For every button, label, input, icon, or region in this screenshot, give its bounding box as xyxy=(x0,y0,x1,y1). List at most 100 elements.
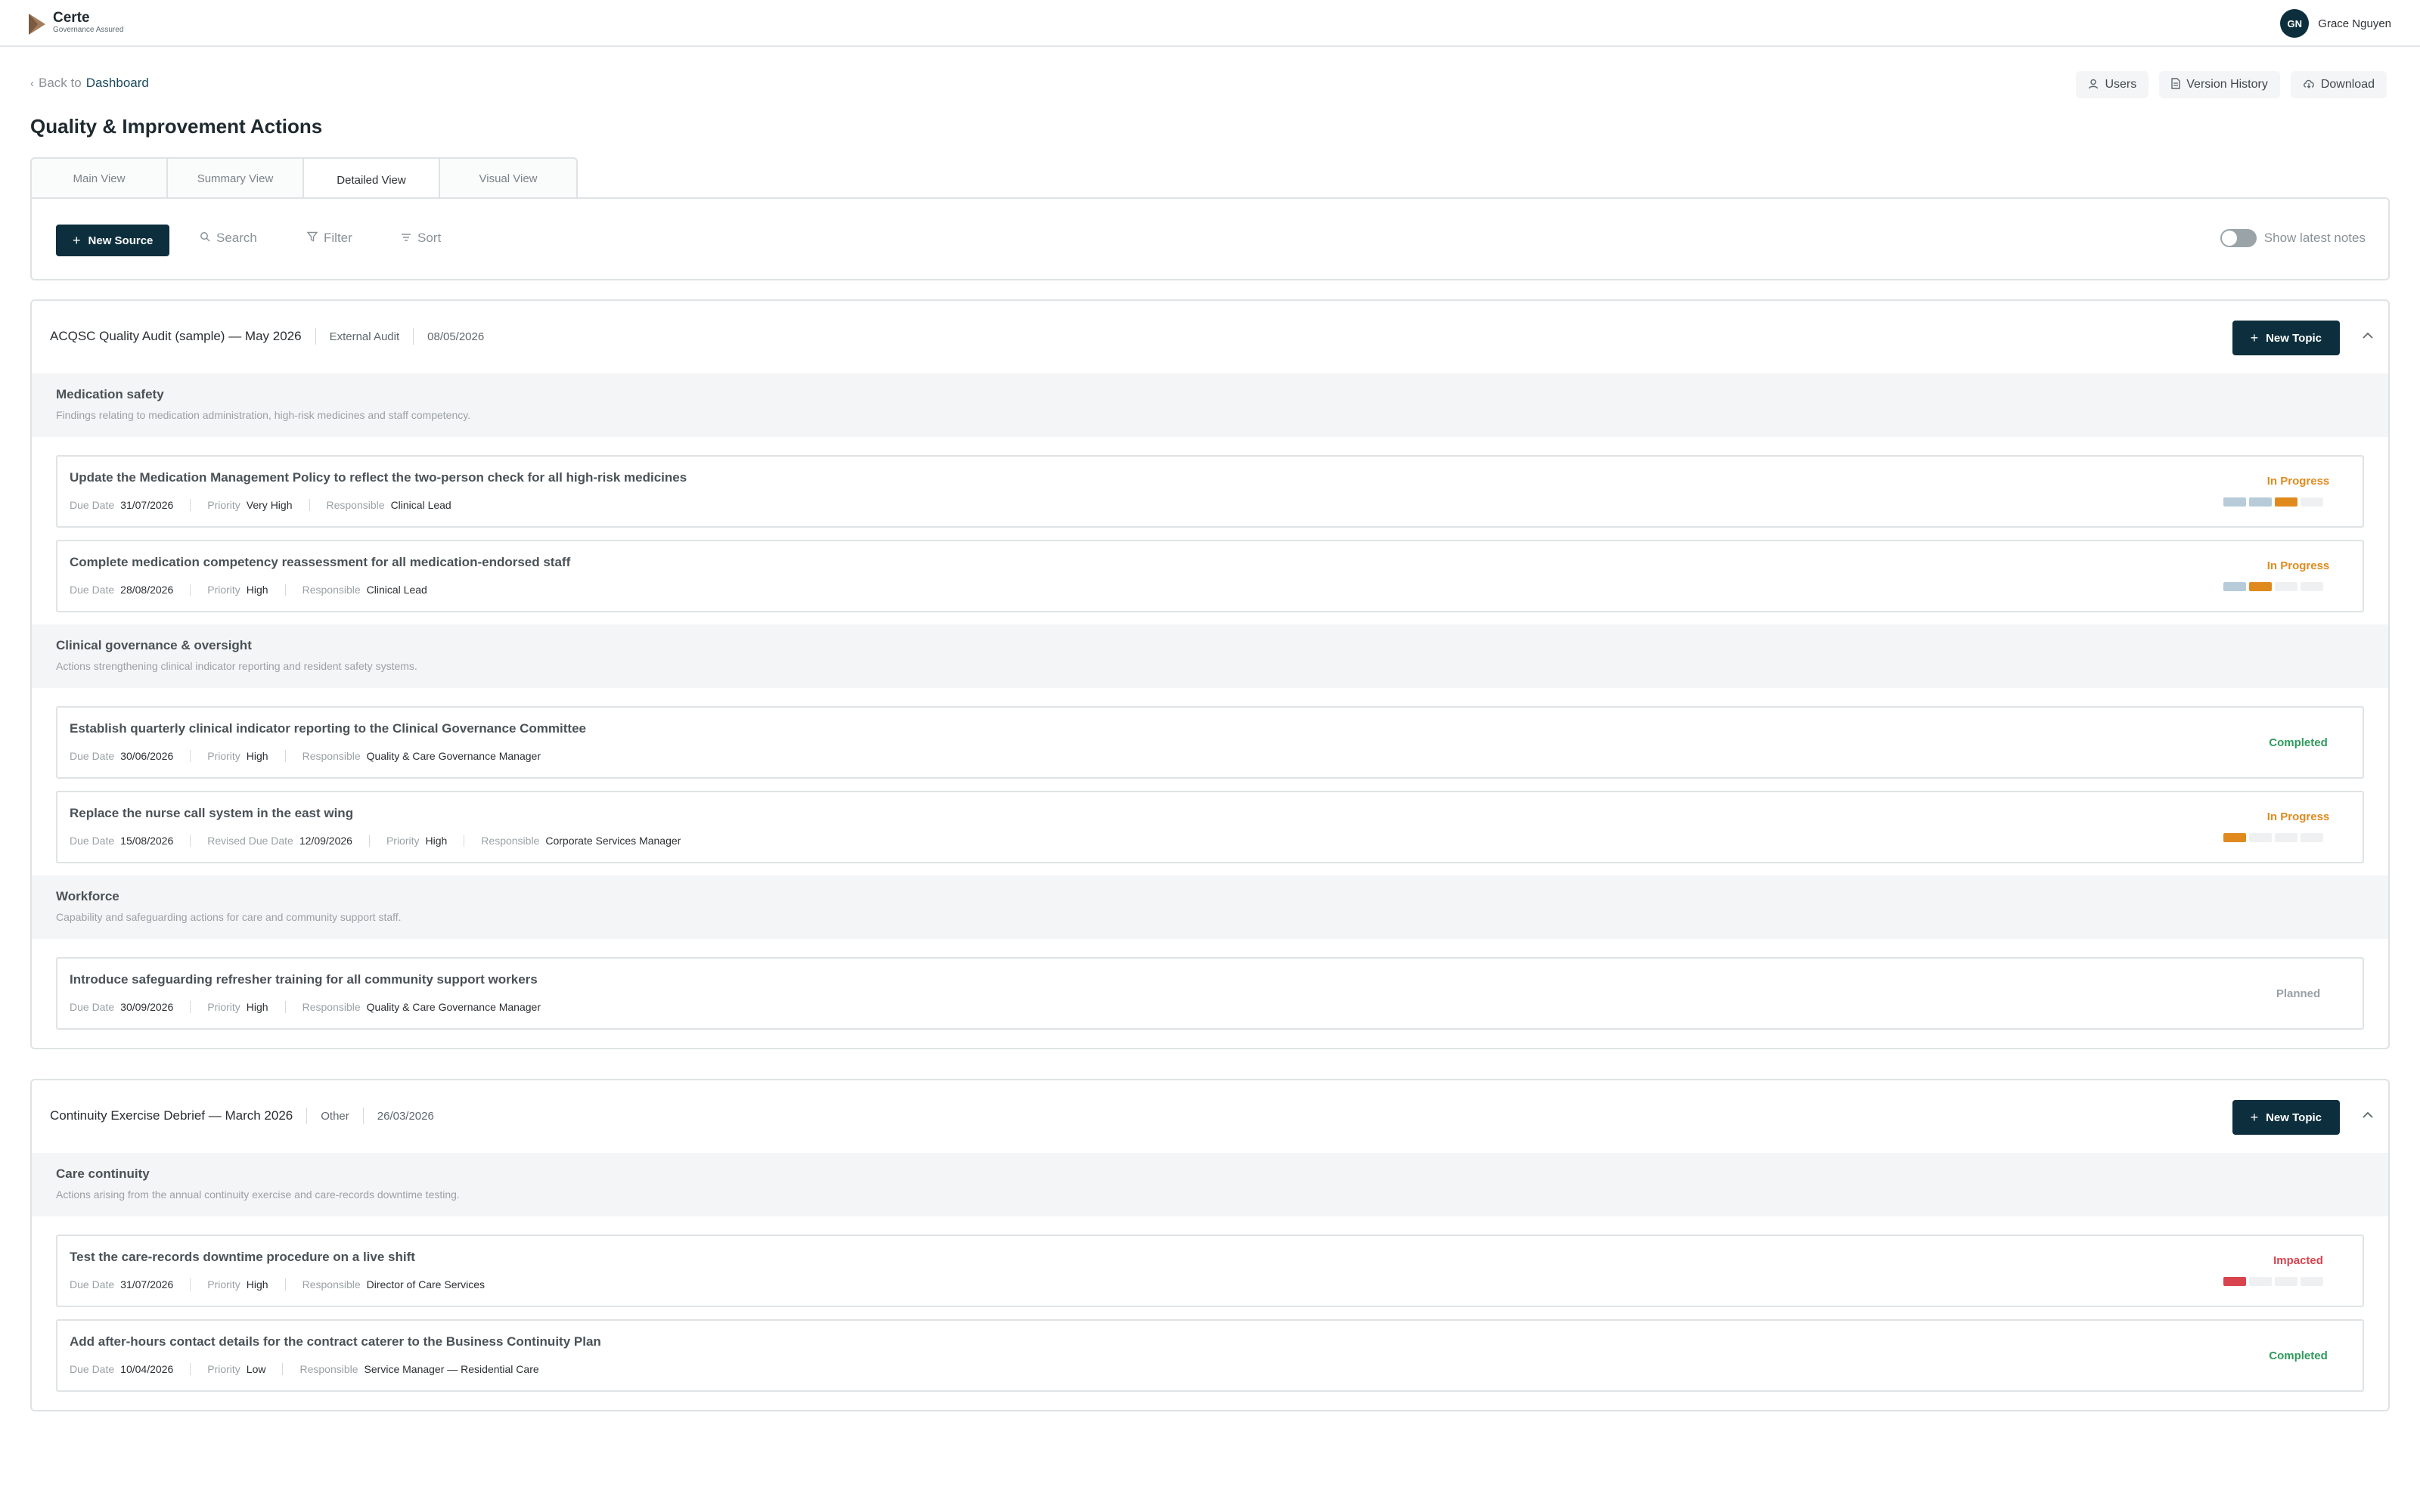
divider xyxy=(284,1278,286,1290)
action-card[interactable]: Update the Medication Management Policy … xyxy=(56,455,2364,528)
filter-icon xyxy=(306,231,318,245)
chevron-up-icon[interactable] xyxy=(2363,1106,2373,1122)
user-icon xyxy=(2088,79,2099,91)
field-label: Priority xyxy=(386,835,420,847)
action-list: Introduce safeguarding refresher trainin… xyxy=(32,939,2388,1030)
logo-mark-icon xyxy=(29,14,45,35)
toolbar: + New Source Search Filter Sort Show lat… xyxy=(30,197,2390,280)
status-badge: In Progress xyxy=(2266,475,2330,488)
source-meta: ACQSC Quality Audit (sample) — May 2026 E… xyxy=(50,328,484,345)
progress-stage xyxy=(2275,582,2297,591)
source-header[interactable]: ACQSC Quality Audit (sample) — May 2026 E… xyxy=(32,301,2388,373)
source-title: Continuity Exercise Debrief — March 2026 xyxy=(50,1108,293,1123)
action-card[interactable]: Introduce safeguarding refresher trainin… xyxy=(56,957,2364,1030)
avatar: GN xyxy=(2280,9,2310,38)
progress-stage xyxy=(2301,497,2323,507)
field-value: Director of Care Services xyxy=(366,1278,486,1290)
action-fields: Due Date 30/06/2026 Priority High Responsibl… xyxy=(70,750,541,762)
action-card[interactable]: Replace the nurse call system in the eas… xyxy=(56,791,2364,863)
topic-header: Clinical governance & oversight Actions s… xyxy=(32,624,2388,688)
divider xyxy=(190,1278,191,1290)
source-title: ACQSC Quality Audit (sample) — May 2026 xyxy=(50,329,302,343)
field-label: Priority xyxy=(207,750,240,762)
field-value: Quality & Care Governance Manager xyxy=(366,750,541,762)
field-value: Very High xyxy=(246,499,293,511)
document-icon xyxy=(2171,78,2180,91)
toggle-label: Show latest notes xyxy=(2263,231,2366,245)
field-label: Priority xyxy=(207,584,240,596)
field-label: Responsible xyxy=(302,584,361,596)
card-footer-spacer xyxy=(32,1042,2388,1048)
source-type: Other xyxy=(321,1109,349,1123)
sort-button[interactable]: Sort xyxy=(401,231,441,246)
source-header[interactable]: Continuity Exercise Debrief — March 2026… xyxy=(32,1080,2388,1153)
field-label: Priority xyxy=(207,1278,240,1290)
action-card[interactable]: Add after-hours contact details for the … xyxy=(56,1319,2364,1392)
chevron-up-icon[interactable] xyxy=(2363,327,2373,342)
progress-stage xyxy=(2223,833,2246,842)
topic-description: Actions arising from the annual continui… xyxy=(56,1188,460,1201)
divider xyxy=(190,1001,191,1013)
progress-stages xyxy=(2223,1277,2323,1286)
topic-header: Care continuity Actions arising from the … xyxy=(32,1153,2388,1216)
action-title: Add after-hours contact details for the … xyxy=(70,1334,601,1349)
divider xyxy=(190,1363,191,1375)
status-badge: Completed xyxy=(2269,1349,2328,1362)
user-menu[interactable]: GN Grace Nguyen xyxy=(2280,9,2391,38)
user-name: Grace Nguyen xyxy=(2318,17,2391,30)
field-label: Due Date xyxy=(70,499,115,511)
download-button[interactable]: Download xyxy=(2290,71,2387,98)
search-button[interactable]: Search xyxy=(200,231,257,246)
field-value: Corporate Services Manager xyxy=(545,835,681,847)
new-topic-button[interactable]: + New Topic xyxy=(2232,321,2340,355)
divider xyxy=(309,499,310,511)
field-value: 10/04/2026 xyxy=(120,1363,174,1375)
plus-icon: + xyxy=(73,232,81,248)
topic-header: Medication safety Findings relating to me… xyxy=(32,373,2388,437)
divider xyxy=(190,499,191,511)
field-label: Due Date xyxy=(70,1363,115,1375)
action-title: Test the care-records downtime procedure… xyxy=(70,1250,415,1264)
new-source-label: New Source xyxy=(88,234,154,247)
tab-summary-view[interactable]: Summary View xyxy=(168,159,304,199)
action-card[interactable]: Establish quarterly clinical indicator r… xyxy=(56,706,2364,779)
field-label: Due Date xyxy=(70,835,115,847)
field-value: 12/09/2026 xyxy=(299,835,352,847)
back-to-dashboard-link[interactable]: ‹ Back to Dashboard xyxy=(30,76,149,91)
tab-visual-view[interactable]: Visual View xyxy=(440,159,576,199)
action-title: Introduce safeguarding refresher trainin… xyxy=(70,972,538,987)
field-value: 28/08/2026 xyxy=(120,584,174,596)
field-label: Revised Due Date xyxy=(207,835,293,847)
toggle-switch[interactable] xyxy=(2220,229,2257,247)
tab-detailed-view[interactable]: Detailed View xyxy=(304,159,440,202)
field-label: Due Date xyxy=(70,1278,115,1290)
new-topic-button[interactable]: + New Topic xyxy=(2232,1100,2340,1135)
progress-stages xyxy=(2223,833,2323,842)
card-footer-spacer xyxy=(32,1404,2388,1410)
show-latest-notes-toggle[interactable]: Show latest notes xyxy=(2220,229,2366,247)
search-icon xyxy=(200,231,210,245)
action-card[interactable]: Complete medication competency reassessm… xyxy=(56,540,2364,612)
app-tagline: Governance Assured xyxy=(53,26,124,34)
app-logo[interactable]: Certe Governance Assured xyxy=(27,11,123,36)
users-button[interactable]: Users xyxy=(2076,71,2149,98)
field-value: Service Manager — Residential Care xyxy=(364,1363,539,1375)
topic-description: Findings relating to medication administ… xyxy=(56,409,471,421)
version-history-button[interactable]: Version History xyxy=(2159,71,2280,98)
plus-icon: + xyxy=(2250,1109,2259,1125)
new-source-button[interactable]: + New Source xyxy=(56,225,170,256)
action-title: Complete medication competency reassessm… xyxy=(70,555,571,569)
page-actions: Users Version History Download xyxy=(2076,71,2387,98)
divider xyxy=(284,1001,286,1013)
new-topic-label: New Topic xyxy=(2266,1111,2322,1124)
download-label: Download xyxy=(2320,78,2375,91)
filter-button[interactable]: Filter xyxy=(306,231,352,246)
divider xyxy=(362,1108,364,1124)
progress-stage xyxy=(2223,497,2246,507)
action-card[interactable]: Test the care-records downtime procedure… xyxy=(56,1235,2364,1307)
app-name: Certe xyxy=(53,10,90,26)
source-type: External Audit xyxy=(329,330,400,343)
status-badge: Planned xyxy=(2276,987,2321,1000)
field-value: High xyxy=(246,584,268,596)
tab-main-view[interactable]: Main View xyxy=(32,159,168,199)
